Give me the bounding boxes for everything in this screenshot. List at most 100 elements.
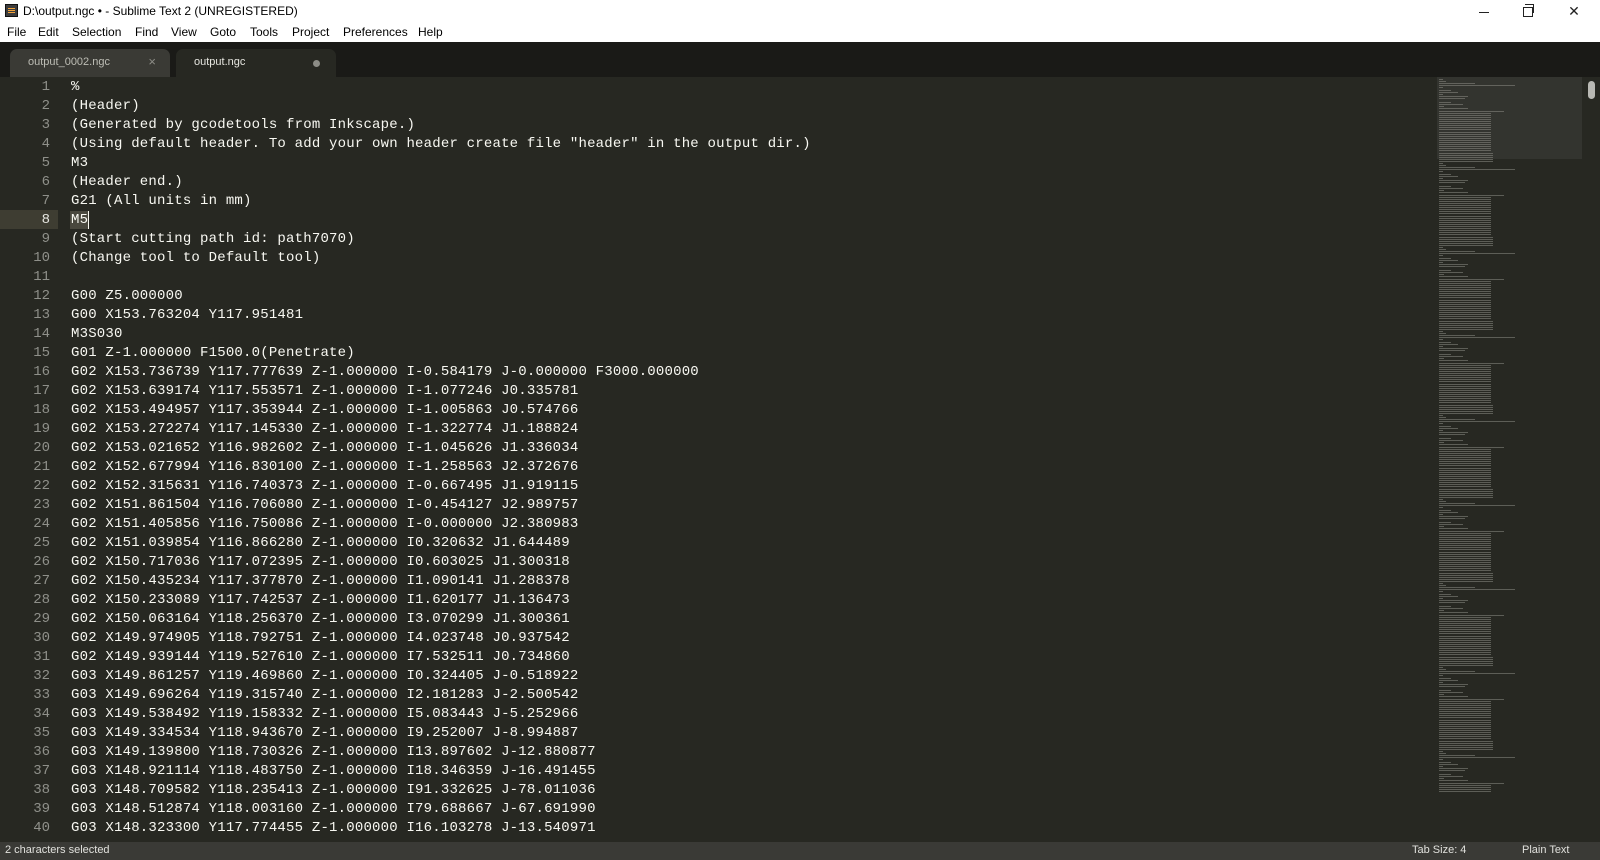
line-number: 6 [41,174,50,190]
code-line[interactable]: G03 X149.139800 Y118.730326 Z-1.000000 I… [71,743,596,762]
code-line[interactable]: G02 X150.233089 Y117.742537 Z-1.000000 I… [71,591,570,610]
minimap-line [1439,226,1491,227]
minimap-line [1439,419,1475,421]
minimap-line [1439,345,1443,347]
minimap-line [1439,324,1493,326]
minimap-line [1439,524,1463,526]
minimap-line [1439,238,1493,240]
code-line[interactable]: G03 X149.696264 Y119.315740 Z-1.000000 I… [71,686,578,705]
minimap-line [1439,200,1491,202]
minimap-line [1439,202,1491,204]
unsaved-dot-icon[interactable] [313,60,320,67]
code-line[interactable]: G03 X148.709582 Y118.235413 Z-1.000000 I… [71,781,596,800]
code-line[interactable]: G02 X150.435234 Y117.377870 Z-1.000000 I… [71,572,570,591]
code-line[interactable]: % [71,78,80,97]
code-line[interactable]: G00 Z5.000000 [71,287,183,306]
code-line[interactable]: M3S030 [71,325,123,344]
minimap-line [1439,736,1491,738]
code-line[interactable]: G02 X153.639174 Y117.553571 Z-1.000000 I… [71,382,578,401]
minimap-line [1439,146,1491,148]
menu-preferences[interactable]: Preferences [343,25,408,39]
code-line[interactable]: G02 X150.063164 Y118.256370 Z-1.000000 I… [71,610,570,629]
vertical-scrollbar[interactable] [1584,77,1600,842]
line-number: 25 [33,535,50,551]
tab-output-0002[interactable]: output_0002.ngc × [10,49,170,77]
code-line[interactable]: G02 X151.405856 Y116.750086 Z-1.000000 I… [71,515,578,534]
minimap-line [1439,337,1515,339]
code-line[interactable]: G02 X153.494957 Y117.353944 Z-1.000000 I… [71,401,578,420]
tab-output[interactable]: output.ngc [176,49,336,77]
scrollbar-thumb[interactable] [1588,81,1595,99]
close-icon[interactable]: ✕ [1552,0,1596,22]
code-line[interactable]: G02 X152.677994 Y116.830100 Z-1.000000 I… [71,458,578,477]
code-line[interactable]: (Generated by gcodetools from Inkscape.) [71,116,415,135]
menu-find[interactable]: Find [135,25,158,39]
minimize-icon[interactable] [1462,0,1506,22]
minimap-line [1439,759,1443,761]
minimap-line [1439,198,1491,200]
minimap-line [1439,727,1491,729]
code-line[interactable]: (Header) [71,97,140,116]
minimap-line [1439,106,1444,108]
minimap-line [1439,91,1458,93]
line-number: 37 [33,763,50,779]
code-line[interactable]: M3 [71,154,88,173]
menu-tools[interactable]: Tools [250,25,278,39]
restore-icon[interactable] [1506,0,1550,22]
minimap-line [1439,421,1515,423]
minimap-line [1439,408,1493,410]
minimap-line [1439,767,1468,769]
minimap-line [1439,486,1491,488]
code-line[interactable]: G02 X149.974905 Y118.792751 Z-1.000000 I… [71,629,570,648]
code-line[interactable]: G02 X153.272274 Y117.145330 Z-1.000000 I… [71,420,578,439]
code-line[interactable]: (Using default header. To add your own h… [71,135,811,154]
sublime-app-icon[interactable] [5,4,18,17]
menu-project[interactable]: Project [292,25,329,39]
tab-size-status[interactable]: Tab Size: 4 [1412,844,1466,856]
code-line[interactable]: G02 X151.861504 Y116.706080 Z-1.000000 I… [71,496,578,515]
minimap-line [1439,746,1493,748]
code-line[interactable]: G02 X151.039854 Y116.866280 Z-1.000000 I… [71,534,570,553]
code-line[interactable]: (Start cutting path id: path7070) [71,230,355,249]
minimap-line [1439,654,1491,656]
code-line[interactable]: G02 X153.021652 Y116.982602 Z-1.000000 I… [71,439,578,458]
menu-help[interactable]: Help [418,25,443,39]
minimap-line [1439,614,1504,616]
code-line[interactable]: (Change tool to Default tool) [71,249,320,268]
menu-goto[interactable]: Goto [210,25,236,39]
menu-selection[interactable]: Selection [72,25,121,39]
menu-edit[interactable]: Edit [38,25,59,39]
code-line[interactable]: G02 X153.736739 Y117.777639 Z-1.000000 I… [71,363,699,382]
code-line[interactable]: G02 X152.315631 Y116.740373 Z-1.000000 I… [71,477,578,496]
code-line[interactable]: G00 X153.763204 Y117.951481 [71,306,303,325]
minimap-line [1439,341,1451,343]
minimap-line [1439,272,1463,274]
code-line[interactable]: G03 X148.512874 Y118.003160 Z-1.000000 I… [71,800,596,819]
code-line[interactable]: M5 [71,211,88,230]
code-line[interactable]: (Header end.) [71,173,183,192]
minimap[interactable] [1437,77,1582,842]
code-line[interactable]: G03 X148.323300 Y117.774455 Z-1.000000 I… [71,819,596,838]
minimap-line [1439,713,1491,715]
menu-view[interactable]: View [171,25,197,39]
code-line[interactable]: G02 X149.939144 Y119.527610 Z-1.000000 I… [71,648,570,667]
code-line[interactable]: G21 (All units in mm) [71,192,252,211]
code-line[interactable]: G03 X148.921114 Y118.483750 Z-1.000000 I… [71,762,596,781]
minimap-line [1439,490,1493,492]
line-number: 7 [41,193,50,209]
minimap-line [1439,442,1444,444]
code-line[interactable]: G01 Z-1.000000 F1500.0(Penetrate) [71,344,355,363]
minimap-line [1439,125,1491,127]
code-line[interactable]: G03 X149.861257 Y119.469860 Z-1.000000 I… [71,667,578,686]
minimap-line [1439,148,1491,150]
minimap-line [1439,139,1491,141]
minimap-line [1439,286,1491,288]
syntax-status[interactable]: Plain Text [1522,844,1570,856]
tab-close-icon[interactable]: × [148,54,156,69]
menu-file[interactable]: File [7,25,26,39]
code-area[interactable]: % (Header) (Generated by gcodetools from I… [71,77,1431,842]
code-line[interactable]: G03 X149.538492 Y119.158332 Z-1.000000 I… [71,705,578,724]
code-line[interactable]: G02 X150.717036 Y117.072395 Z-1.000000 I… [71,553,570,572]
editor-pane[interactable]: 1 2 3 4 5 6 7 8 9 10 11 12 13 14 15 16 17 18 19 20 21 22 23 24 2… [0,77,1600,842]
code-line[interactable]: G03 X149.334534 Y118.943670 Z-1.000000 I… [71,724,578,743]
